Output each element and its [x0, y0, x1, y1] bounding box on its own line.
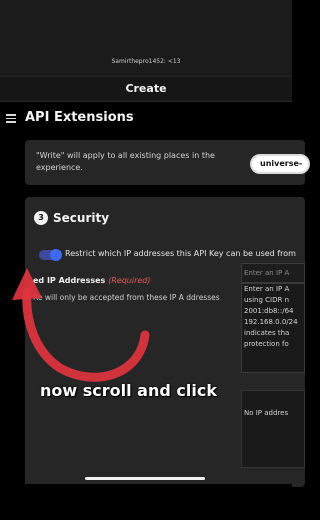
- page-title: API Extensions: [25, 110, 134, 125]
- ip-help-tooltip: Enter an IP A using CIDR n 2001:db8::/64…: [241, 283, 305, 373]
- ip-address-input[interactable]: Enter an IP A: [241, 263, 305, 283]
- ip-help-line: Enter an IP A: [244, 285, 290, 293]
- write-scope-text: "Write" will apply to all existing place…: [36, 151, 215, 172]
- red-arrow-annotation: [12, 268, 150, 382]
- ip-list-empty-text: No IP addres: [244, 409, 289, 417]
- username-label: Samirthepro1452: <13: [111, 58, 181, 65]
- universe-scope-label: universe-: [260, 159, 303, 168]
- ip-address-list: No IP addres: [241, 390, 305, 468]
- home-indicator[interactable]: [85, 477, 205, 480]
- write-scope-card: "Write" will apply to all existing place…: [25, 140, 310, 185]
- status-bar: Samirthepro1452: <13: [0, 0, 292, 76]
- header-title: Create: [125, 82, 167, 95]
- ip-input-placeholder: Enter an IP A: [244, 269, 290, 277]
- ip-help-line: protection fo: [244, 340, 289, 348]
- ip-help-line: 2001:db8::/64: [244, 307, 294, 315]
- ip-entry-panel: Enter an IP A Enter an IP A using CIDR n…: [241, 263, 305, 487]
- ip-help-line: 192.168.0.0/24: [244, 318, 298, 326]
- menu-icon[interactable]: [6, 114, 16, 123]
- instruction-caption: now scroll and click: [40, 381, 217, 400]
- universe-scope-button[interactable]: universe-: [250, 154, 310, 174]
- ip-help-line: indicates tha: [244, 329, 290, 337]
- create-header: Create: [0, 76, 292, 102]
- bottom-safe-area: [0, 484, 292, 520]
- section-title: Security: [53, 211, 110, 225]
- ip-help-line: using CIDR n: [244, 296, 290, 304]
- step-number-badge: 3: [34, 211, 48, 225]
